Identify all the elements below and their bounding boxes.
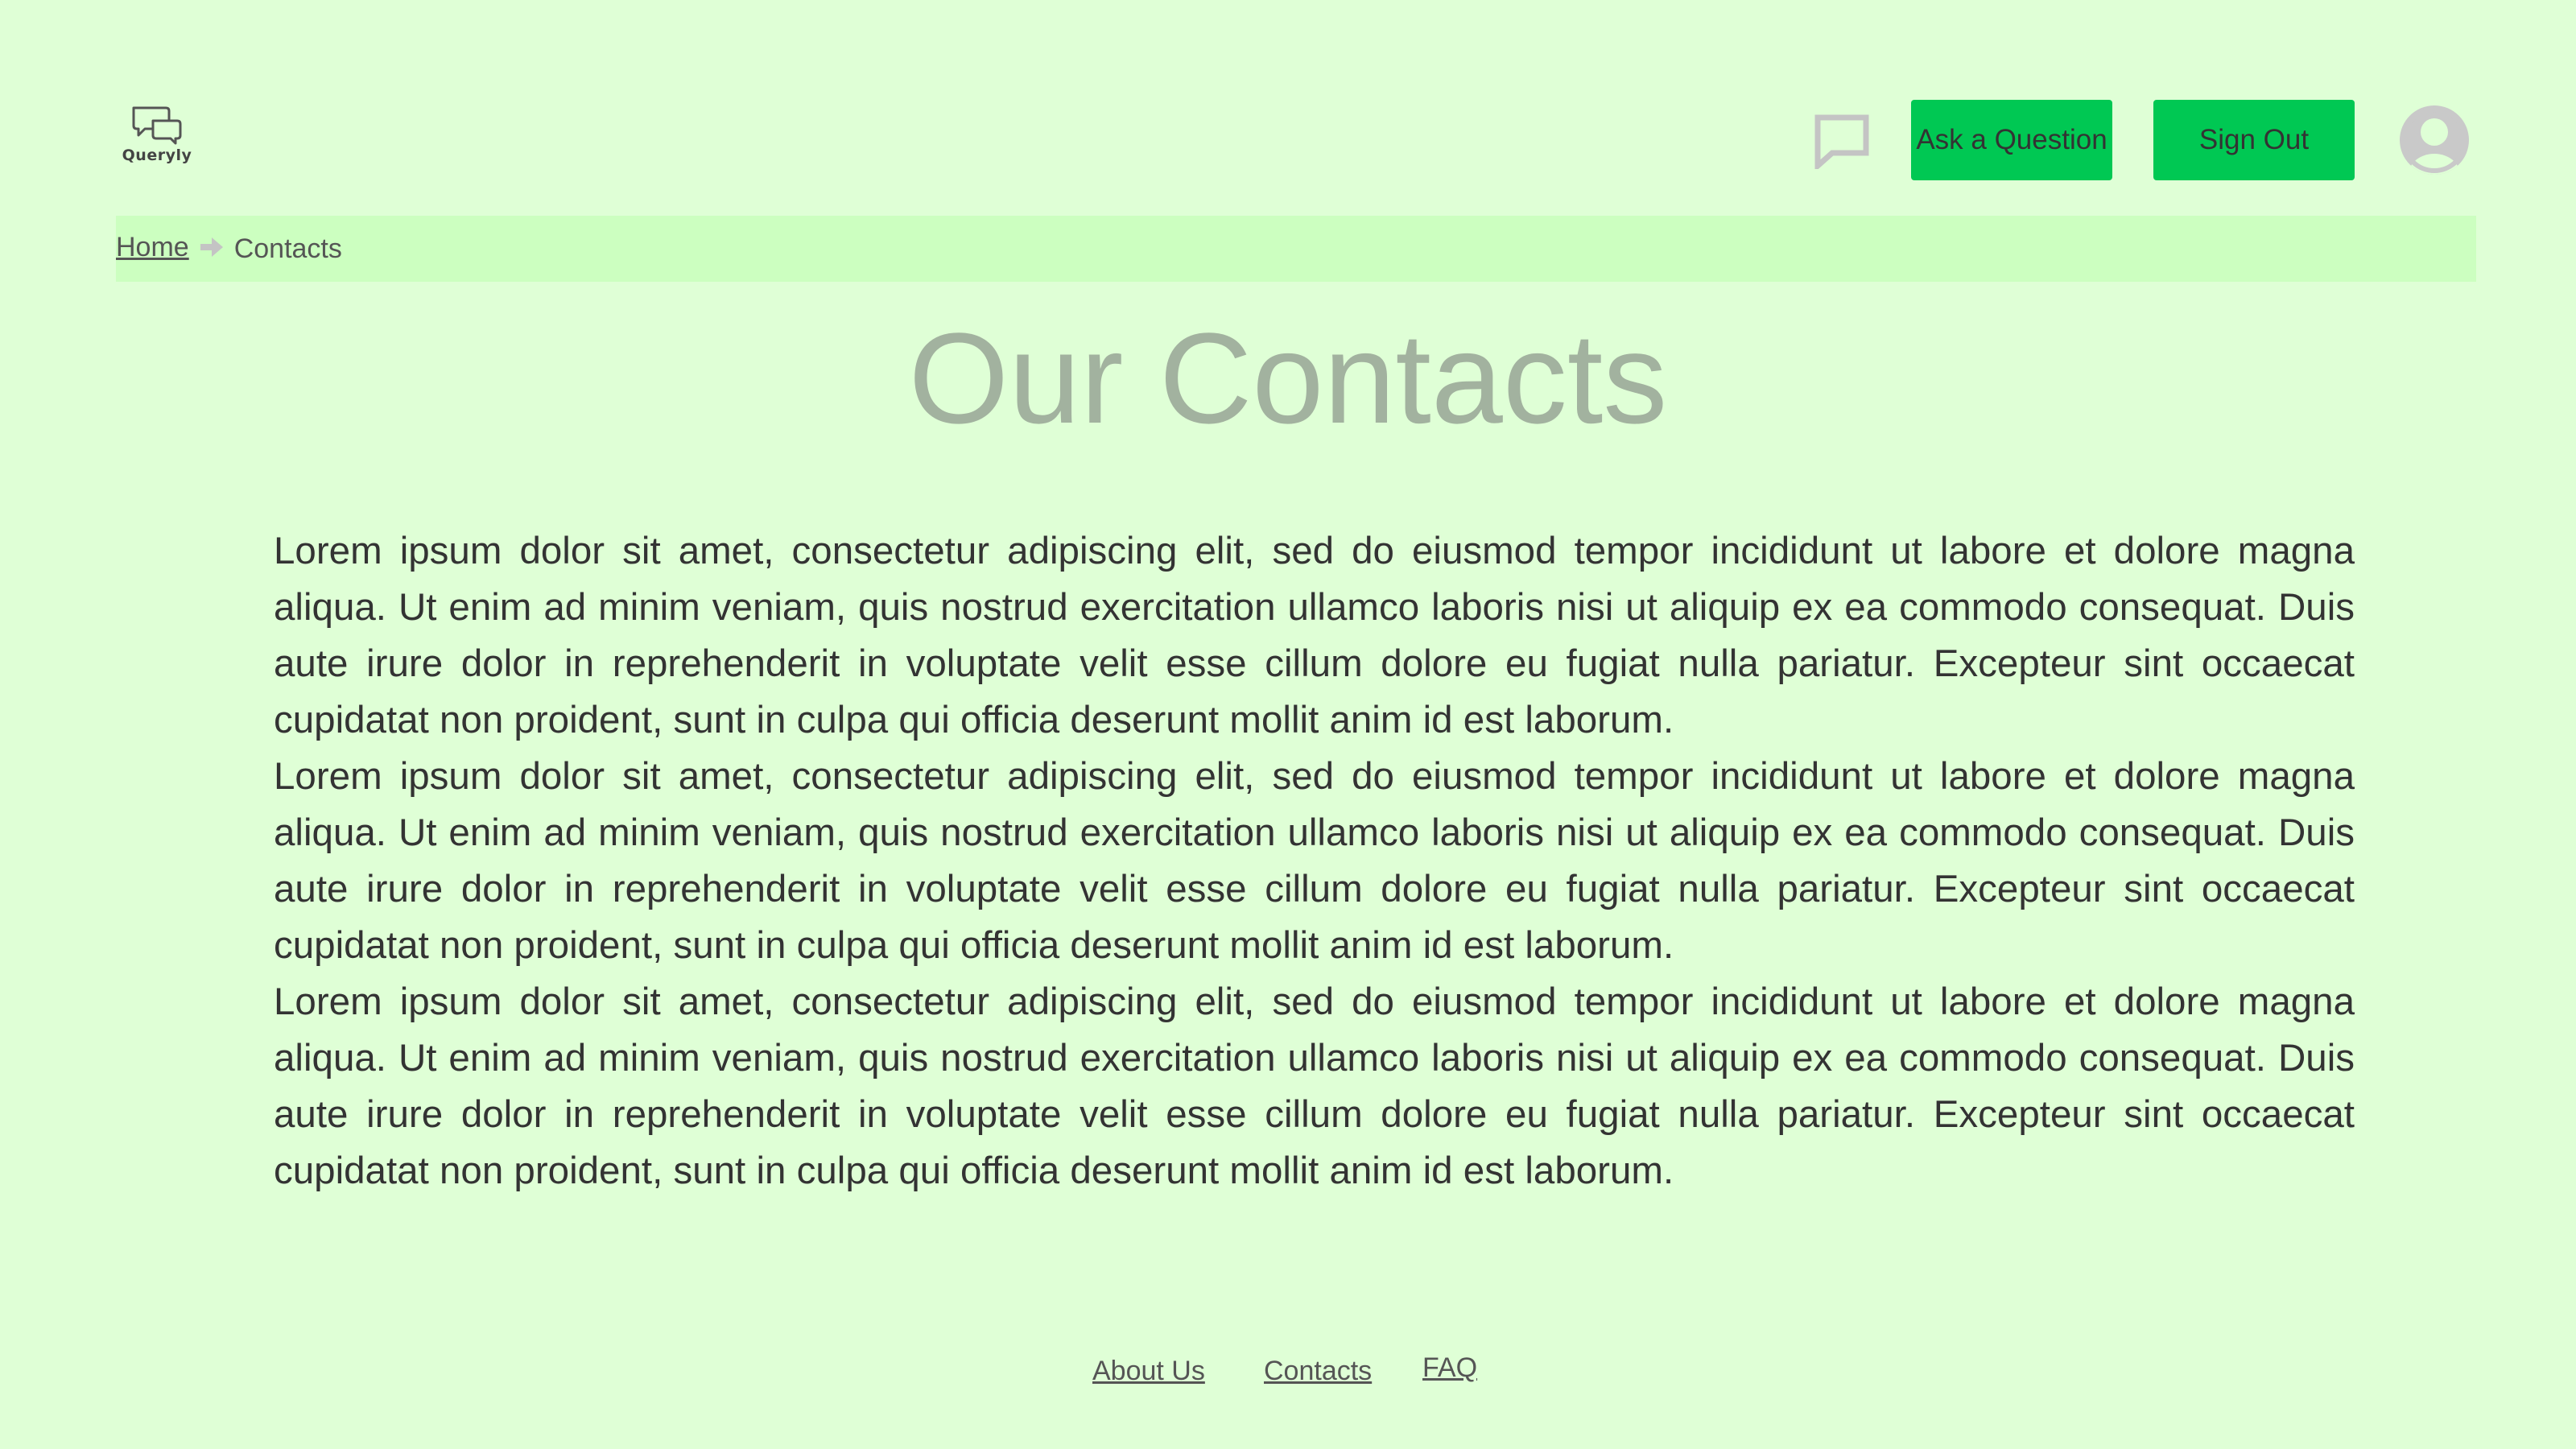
breadcrumb: Home Contacts [116,216,2476,282]
site-header: Queryly Ask a Question Sign Out [0,0,2576,209]
sign-out-button[interactable]: Sign Out [2153,100,2355,180]
page-title: Our Contacts [908,306,1668,450]
content-paragraph: Lorem ipsum dolor sit amet, consectetur … [274,755,2355,967]
queryly-logo[interactable]: Queryly [121,103,193,167]
footer-contacts-link[interactable]: Contacts [1264,1356,1372,1387]
footer-about-link[interactable]: About Us [1092,1356,1205,1387]
arrow-right-icon [199,234,225,264]
ask-question-button[interactable]: Ask a Question [1911,100,2112,180]
footer-faq-link[interactable]: FAQ [1422,1352,1477,1384]
content-paragraph: Lorem ipsum dolor sit amet, consectetur … [274,980,2355,1192]
breadcrumb-current: Contacts [233,233,342,264]
user-circle-icon[interactable] [2400,105,2469,175]
chat-bubble-icon[interactable] [1811,113,1872,172]
contacts-content: Lorem ipsum dolor sit amet, consectetur … [274,523,2355,1199]
chat-bubbles-logo-icon [132,106,182,145]
site-footer: About Us Contacts FAQ [0,1349,2576,1397]
logo-text: Queryly [122,147,192,164]
breadcrumb-home-link[interactable]: Home [116,232,189,263]
content-paragraph: Lorem ipsum dolor sit amet, consectetur … [274,530,2355,741]
